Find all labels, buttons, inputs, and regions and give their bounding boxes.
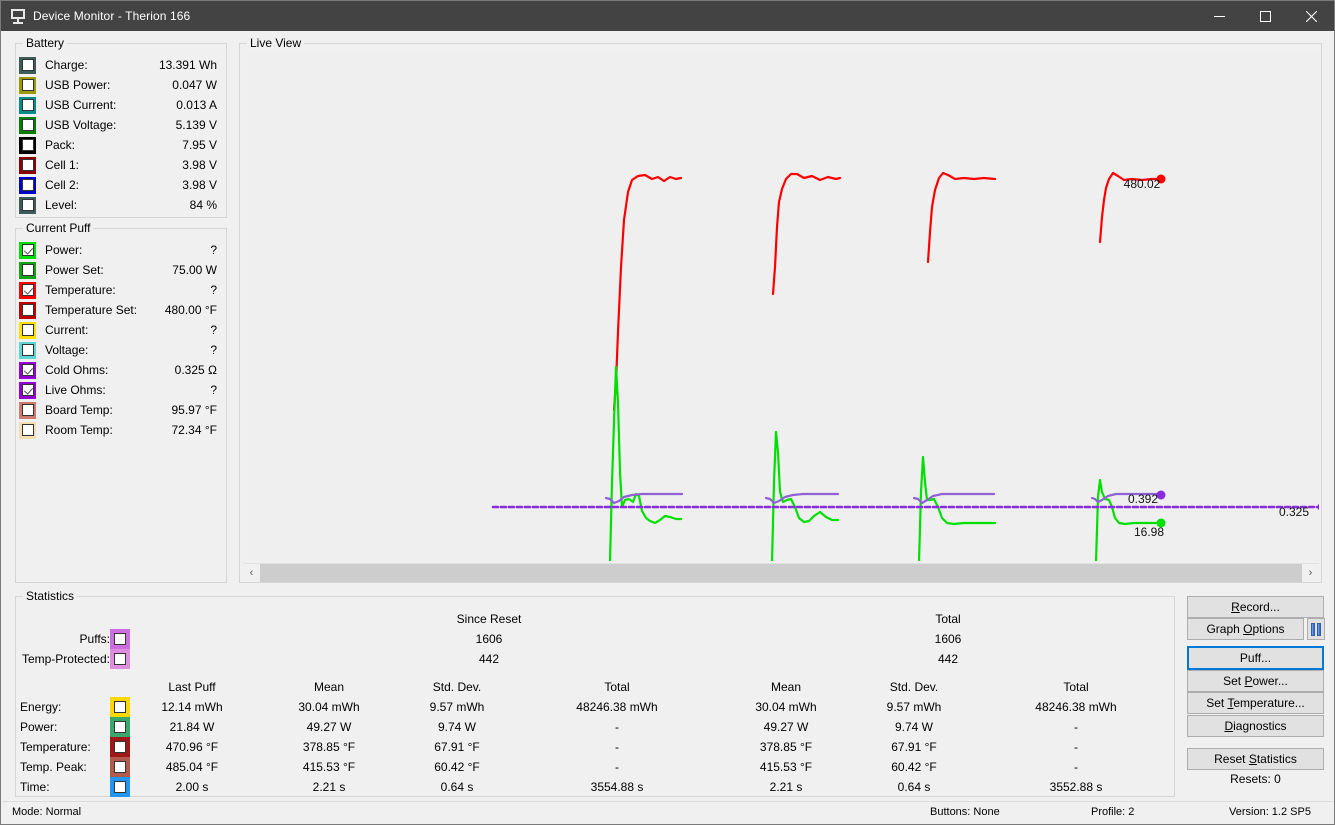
status-profile: Profile: 2 [1091,806,1134,818]
reset-statistics-button[interactable]: Reset Statistics [1187,748,1324,770]
stats-row-checkbox[interactable] [114,761,126,773]
stats-cell: 12.14 mWh [161,700,222,714]
stats-cell: 9.74 W [895,720,933,734]
record-button[interactable]: Record... [1187,596,1324,618]
stats-column-header: Total [1063,680,1088,694]
stats-row-color-swatch[interactable] [110,737,130,757]
diagnostics-label: Diagnostics [1224,719,1286,733]
stats-cell: 3554.88 s [591,780,644,794]
stats-cell: - [1074,760,1078,774]
stats-column-header: Std. Dev. [890,680,938,694]
stats-cell: 30.04 mWh [298,700,359,714]
stats-column-header: Mean [314,680,344,694]
diagnostics-button[interactable]: Diagnostics [1187,715,1324,737]
set-power-button[interactable]: Set Power... [1187,670,1324,692]
stats-count-checkbox[interactable] [114,653,126,665]
graph-options-button[interactable]: Graph Options [1187,618,1304,640]
stats-row-color-swatch[interactable] [110,697,130,717]
stats-cell: 470.96 °F [166,740,218,754]
stats-row-checkbox[interactable] [114,721,126,733]
record-label: Record... [1231,600,1280,614]
stats-cell: - [615,760,619,774]
stats-cell: 378.85 °F [303,740,355,754]
stats-cell: - [615,740,619,754]
stats-count-total: 1606 [935,632,962,646]
stats-cell: 3552.88 s [1050,780,1103,794]
status-bar: Mode: Normal Buttons: None Profile: 2 Ve… [2,801,1333,823]
stats-cell: 48246.38 mWh [576,700,657,714]
stats-count-checkbox[interactable] [114,633,126,645]
stats-cell: 415.53 °F [760,760,812,774]
stats-row-color-swatch[interactable] [110,757,130,777]
stats-count-since-reset: 1606 [476,632,503,646]
set-temperature-button[interactable]: Set Temperature... [1187,692,1324,714]
stats-cell: 485.04 °F [166,760,218,774]
stats-row-color-swatch[interactable] [110,777,130,797]
stats-row-checkbox[interactable] [114,741,126,753]
stats-column-header: Std. Dev. [433,680,481,694]
stats-row-label: Power: [20,720,57,734]
stats-cell: 378.85 °F [760,740,812,754]
stats-cell: 9.74 W [438,720,476,734]
stats-cell: 9.57 mWh [430,700,485,714]
stats-cell: 2.21 s [313,780,346,794]
stats-count-since-reset: 442 [479,652,499,666]
bar-chart-icon[interactable] [1307,618,1325,640]
stats-row-checkbox[interactable] [114,701,126,713]
stats-cell: 30.04 mWh [755,700,816,714]
status-buttons: Buttons: None [930,806,1000,818]
puff-label: Puff... [1240,651,1271,665]
stats-cell: 60.42 °F [434,760,480,774]
stats-cell: 9.57 mWh [887,700,942,714]
stats-cell: 21.84 W [170,720,215,734]
stats-cell: 49.27 W [307,720,352,734]
stats-count-color-swatch[interactable] [110,649,130,669]
stats-count-total: 442 [938,652,958,666]
stats-row-color-swatch[interactable] [110,717,130,737]
stats-row-checkbox[interactable] [114,781,126,793]
stats-group-header: Since Reset [457,612,522,626]
stats-cell: 67.91 °F [891,740,937,754]
stats-cell: - [615,720,619,734]
stats-column-header: Mean [771,680,801,694]
puff-button[interactable]: Puff... [1187,646,1324,670]
stats-cell: - [1074,720,1078,734]
stats-cell: - [1074,740,1078,754]
statistics-panel: Statistics Since ResetTotalPuffs:1606160… [15,596,1175,797]
stats-cell: 2.00 s [176,780,209,794]
stats-row-label: Energy: [20,700,61,714]
stats-row-label: Temperature: [20,740,91,754]
stats-cell: 415.53 °F [303,760,355,774]
stats-cell: 49.27 W [764,720,809,734]
status-mode: Mode: Normal [12,806,81,818]
set-power-label: Set Power... [1223,674,1288,688]
status-version: Version: 1.2 SP5 [1229,806,1311,818]
stats-row-label: Time: [20,780,50,794]
resets-count: Resets: 0 [1187,772,1324,786]
stats-count-label: Temp-Protected: [22,652,110,666]
stats-row-label: Temp. Peak: [20,760,87,774]
reset-statistics-label: Reset Statistics [1214,752,1297,766]
stats-cell: 0.64 s [441,780,474,794]
stats-cell: 2.21 s [770,780,803,794]
stats-count-label: Puffs: [80,632,110,646]
set-temperature-label: Set Temperature... [1206,696,1305,710]
stats-cell: 0.64 s [898,780,931,794]
stats-column-header: Total [604,680,629,694]
stats-count-color-swatch[interactable] [110,629,130,649]
stats-cell: 48246.38 mWh [1035,700,1116,714]
stats-cell: 60.42 °F [891,760,937,774]
stats-column-header: Last Puff [168,680,215,694]
stats-group-header: Total [935,612,960,626]
app-window: Device Monitor - Therion 166 Battery Cha… [0,0,1335,825]
graph-options-label: Graph Options [1206,622,1284,636]
stats-cell: 67.91 °F [434,740,480,754]
